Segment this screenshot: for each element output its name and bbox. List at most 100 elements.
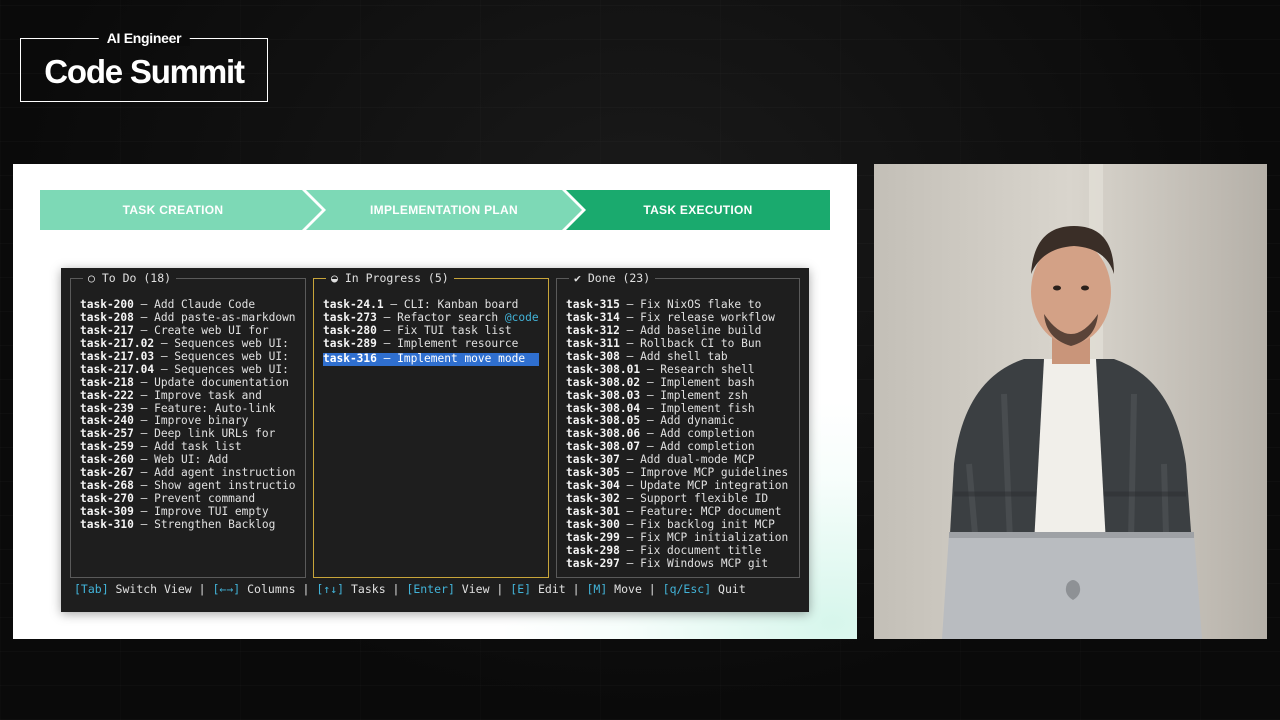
task-id: task-273 [323, 311, 377, 324]
kanban-terminal: ○ To Do (18) task-200 – Add Claude Code t… [61, 268, 809, 612]
task-id: task-308.07 [566, 441, 641, 454]
task-list-done: task-315 – Fix NixOS flake to task-314 – … [566, 299, 797, 571]
task-row[interactable]: task-315 – Fix NixOS flake to [566, 299, 797, 312]
column-done[interactable]: ✔ Done (23) task-315 – Fix NixOS flake t… [556, 272, 800, 578]
task-row[interactable]: task-217 – Create web UI for [80, 325, 303, 338]
task-id: task-289 [323, 337, 377, 350]
column-todo[interactable]: ○ To Do (18) task-200 – Add Claude Code t… [70, 272, 306, 578]
task-row[interactable]: task-217.04 – Sequences web UI: [80, 364, 303, 377]
task-title: – Add baseline build [619, 324, 762, 337]
task-title: – Deep link URLs for [133, 428, 276, 441]
task-row[interactable]: task-308.04 – Implement fish [566, 403, 797, 416]
task-id: task-217.02 [80, 337, 155, 350]
task-row[interactable]: task-289 – Implement resource [323, 338, 546, 351]
column-title-todo: ○ To Do (18) [83, 272, 177, 285]
task-row[interactable]: task-304 – Update MCP integration [566, 480, 797, 493]
task-title: – Add dual-mode MCP [619, 454, 755, 467]
task-title: – Sequences web UI: [154, 350, 289, 363]
task-row[interactable]: task-280 – Fix TUI task list [323, 325, 546, 338]
task-row[interactable]: task-260 – Web UI: Add [80, 454, 303, 467]
task-id: task-299 [566, 531, 620, 544]
task-id: task-222 [80, 389, 134, 402]
task-row-selected[interactable]: task-316 – Implement move mode [323, 352, 540, 366]
task-id: task-308.02 [566, 376, 641, 389]
task-title: – Rollback CI to Bun [619, 337, 762, 350]
task-title: – Implement fish [640, 402, 755, 415]
task-id: task-308.06 [566, 428, 641, 441]
keybinding-separator: | [191, 582, 213, 596]
keybinding-separator: | [489, 582, 511, 596]
task-row[interactable]: task-307 – Add dual-mode MCP [566, 454, 797, 467]
keybinding-bar: [Tab] Switch View | [←→] Columns | [↑↓] … [74, 582, 746, 596]
task-row[interactable]: task-298 – Fix document title [566, 545, 797, 558]
task-row[interactable]: task-309 – Improve TUI empty [80, 506, 303, 519]
task-row[interactable]: task-240 – Improve binary [80, 415, 303, 428]
task-row[interactable]: task-208 – Add paste-as-markdown [80, 312, 303, 325]
task-row[interactable]: task-301 – Feature: MCP document [566, 506, 797, 519]
task-row[interactable]: task-310 – Strengthen Backlog [80, 519, 303, 532]
task-row[interactable]: task-299 – Fix MCP initialization [566, 532, 797, 545]
task-id: task-208 [80, 311, 134, 324]
task-row[interactable]: task-314 – Fix release workflow [566, 312, 797, 325]
keybinding-key: [↑↓] [316, 582, 345, 596]
keybinding-separator: | [295, 582, 317, 596]
task-row[interactable]: task-217.03 – Sequences web UI: [80, 351, 303, 364]
speaker-illustration [874, 164, 1267, 639]
task-id: task-298 [566, 544, 620, 557]
keybinding-label: Tasks [344, 582, 386, 596]
task-id: task-311 [566, 337, 620, 350]
task-row[interactable]: task-222 – Improve task and [80, 390, 303, 403]
task-title: – Feature: MCP document [619, 506, 782, 518]
speaker-video [874, 164, 1267, 639]
task-row[interactable]: task-297 – Fix Windows MCP git [566, 558, 797, 571]
task-row[interactable]: task-305 – Improve MCP guidelines [566, 467, 797, 480]
task-id: task-308.01 [566, 363, 641, 376]
task-row[interactable]: task-308.02 – Implement bash [566, 377, 797, 390]
task-title: – Fix release workflow [619, 311, 775, 324]
task-row[interactable]: task-308 – Add shell tab [566, 351, 797, 364]
task-row[interactable]: task-268 – Show agent instructio [80, 480, 303, 493]
task-row[interactable]: task-218 – Update documentation [80, 377, 303, 390]
task-title: – Fix Windows MCP git [619, 557, 769, 570]
task-title: – Sequences web UI: [154, 363, 289, 376]
task-row[interactable]: task-308.03 – Implement zsh [566, 390, 797, 403]
task-row[interactable]: task-267 – Add agent instruction [80, 467, 303, 480]
task-title: – Add completion [640, 441, 755, 454]
task-row[interactable]: task-259 – Add task list [80, 441, 303, 454]
keybinding-separator: | [385, 582, 407, 596]
task-id: task-307 [566, 454, 620, 467]
task-row[interactable]: task-270 – Prevent command [80, 493, 303, 506]
task-row[interactable]: task-308.05 – Add dynamic [566, 415, 797, 428]
task-row[interactable]: task-273 – Refactor search @code [323, 312, 546, 325]
task-row[interactable]: task-24.1 – CLI: Kanban board [323, 299, 546, 312]
task-id: task-217 [80, 324, 134, 337]
column-in-progress[interactable]: ◒ In Progress (5) task-24.1 – CLI: Kanba… [313, 272, 549, 578]
task-row[interactable]: task-311 – Rollback CI to Bun [566, 338, 797, 351]
task-row[interactable]: task-308.07 – Add completion [566, 441, 797, 454]
task-id: task-308 [566, 350, 620, 363]
task-title: – Improve TUI empty [133, 506, 269, 518]
keybinding-key: [Enter] [406, 582, 455, 596]
task-row[interactable]: task-239 – Feature: Auto-link [80, 403, 303, 416]
keybinding-key: [Tab] [74, 582, 109, 596]
logo-subtitle: AI Engineer [98, 30, 190, 46]
task-title: – Create web UI for [133, 324, 269, 337]
task-title: – Fix NixOS flake to [619, 299, 762, 311]
task-title: – Update MCP integration [619, 480, 789, 493]
task-title: – Add paste-as-markdown [133, 311, 296, 324]
task-row[interactable]: task-217.02 – Sequences web UI: [80, 338, 303, 351]
task-id: task-315 [566, 299, 620, 311]
task-row[interactable]: task-308.01 – Research shell [566, 364, 797, 377]
task-row[interactable]: task-308.06 – Add completion [566, 428, 797, 441]
task-id: task-260 [80, 454, 134, 467]
task-title: – Implement resource [376, 337, 519, 350]
task-row[interactable]: task-200 – Add Claude Code [80, 299, 303, 312]
task-title: – Update documentation [133, 376, 289, 389]
task-id: task-297 [566, 557, 620, 570]
task-row[interactable]: task-312 – Add baseline build [566, 325, 797, 338]
task-title: – Add dynamic [640, 415, 735, 428]
task-row[interactable]: task-257 – Deep link URLs for [80, 428, 303, 441]
task-row[interactable]: task-302 – Support flexible ID [566, 493, 797, 506]
task-title: – Fix TUI task list [376, 324, 512, 337]
task-row[interactable]: task-300 – Fix backlog init MCP [566, 519, 797, 532]
